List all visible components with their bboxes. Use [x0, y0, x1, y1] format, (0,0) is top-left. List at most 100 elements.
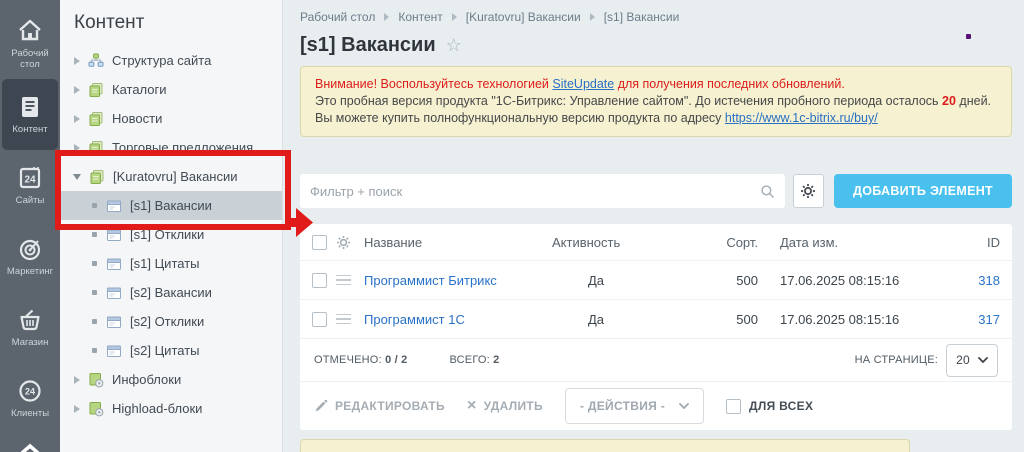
row-active-cell: Да: [552, 312, 692, 327]
document-icon: [17, 94, 43, 120]
tree-item-catalogs[interactable]: Каталоги: [60, 75, 282, 104]
total-label: ВСЕГО:: [449, 354, 489, 366]
row-menu-icon[interactable]: [336, 275, 351, 286]
tree-item-s2-responses[interactable]: [s2] Отклики: [60, 307, 282, 336]
per-page-select[interactable]: 20: [946, 344, 998, 377]
search-icon[interactable]: [760, 184, 775, 199]
nav-label: Рабочий стол: [11, 48, 48, 70]
checked-value: 0 / 2: [385, 354, 407, 366]
delete-button[interactable]: × УДАЛИТЬ: [467, 399, 543, 413]
green-stack-icon: [88, 140, 104, 156]
nav-desktop[interactable]: Рабочий стол: [2, 8, 58, 79]
tree-item-news[interactable]: Новости: [60, 104, 282, 133]
row-id-cell: 317: [932, 312, 1000, 327]
siteupdate-link[interactable]: SiteUpdate: [552, 77, 614, 91]
tree-item-s1-quotes[interactable]: [s1] Цитаты: [60, 249, 282, 278]
breadcrumb-separator-icon: [384, 13, 389, 21]
element-id-link[interactable]: 317: [978, 312, 1000, 327]
tree-item-label: Каталоги: [112, 82, 167, 97]
bullet-icon: [92, 290, 97, 295]
total-counter: ВСЕГО: 2: [449, 354, 499, 366]
tree-item-kuratovru-vacancies[interactable]: [Kuratovru] Вакансии: [60, 162, 282, 191]
expand-arrow-icon[interactable]: [74, 115, 80, 123]
tree-item-s2-quotes[interactable]: [s2] Цитаты: [60, 336, 282, 365]
tree-item-label: [s1] Цитаты: [130, 256, 200, 271]
element-id-link[interactable]: 318: [978, 273, 1000, 288]
collapse-arrow-icon[interactable]: [73, 174, 81, 180]
tree-item-label: [s1] Отклики: [130, 227, 204, 242]
element-link[interactable]: Программист 1С: [364, 312, 465, 327]
row-checkbox[interactable]: [312, 273, 327, 288]
tree-item-offers[interactable]: Торговые предложения: [60, 133, 282, 162]
nav-label: Контент: [12, 124, 47, 135]
expand-arrow-icon[interactable]: [74, 57, 80, 65]
filter-search-input[interactable]: [310, 184, 760, 199]
row-name-cell: Программист 1С: [364, 312, 552, 327]
row-menu-icon[interactable]: [336, 314, 351, 325]
tree-item-label: [s2] Отклики: [130, 314, 204, 329]
row-sort-cell: 500: [692, 273, 762, 288]
column-header-modified[interactable]: Дата изм.: [762, 235, 932, 250]
tree-item-site-structure[interactable]: Структура сайта: [60, 46, 282, 75]
tree-item-s1-responses[interactable]: [s1] Отклики: [60, 220, 282, 249]
nav-shop[interactable]: Магазин: [2, 292, 58, 363]
total-value: 2: [493, 354, 499, 366]
column-settings-gear-icon[interactable]: [336, 235, 351, 250]
nav-clients[interactable]: Клиенты: [2, 363, 58, 434]
site-structure-icon: [88, 53, 104, 69]
home-icon: [17, 18, 43, 44]
select-all-checkbox[interactable]: [312, 235, 327, 250]
notice-body-line: Это пробная версия продукта "1С-Битрикс:…: [315, 93, 997, 127]
column-header-name[interactable]: Название: [364, 235, 552, 250]
expand-arrow-icon[interactable]: [74, 405, 80, 413]
for-all-option[interactable]: ДЛЯ ВСЕХ: [726, 399, 813, 414]
column-header-id[interactable]: ID: [932, 235, 1000, 250]
add-element-button[interactable]: ДОБАВИТЬ ЭЛЕМЕНТ: [834, 174, 1012, 208]
gear-page-icon: [88, 372, 104, 388]
bullet-icon: [92, 319, 97, 324]
row-checkbox[interactable]: [312, 312, 327, 327]
grid-settings-button[interactable]: [793, 174, 824, 208]
for-all-checkbox[interactable]: [726, 399, 741, 414]
breadcrumb: Рабочий стол Контент [Kuratovru] Ваканси…: [300, 8, 1012, 24]
nav-content[interactable]: Контент: [2, 79, 58, 150]
per-page-value: 20: [956, 353, 970, 367]
favorite-star-icon[interactable]: ☆: [446, 35, 462, 56]
element-link[interactable]: Программист Битрикс: [364, 273, 497, 288]
edit-label: РЕДАКТИРОВАТЬ: [335, 399, 445, 413]
breadcrumb-link[interactable]: Рабочий стол: [300, 10, 375, 24]
breadcrumb-link[interactable]: [s1] Вакансии: [604, 10, 680, 24]
tree-item-s1-vacancies[interactable]: [s1] Вакансии: [60, 191, 282, 220]
purple-dot: [966, 34, 971, 39]
window-icon: [106, 314, 122, 330]
bullet-icon: [92, 261, 97, 266]
actions-dropdown[interactable]: - ДЕЙСТВИЯ -: [565, 388, 704, 424]
edit-button[interactable]: РЕДАКТИРОВАТЬ: [314, 399, 445, 413]
tree-item-s2-vacancies[interactable]: [s2] Вакансии: [60, 278, 282, 307]
rail-collapse-button[interactable]: [0, 443, 60, 452]
delete-label: УДАЛИТЬ: [484, 399, 543, 413]
expand-arrow-icon[interactable]: [74, 86, 80, 94]
breadcrumb-link[interactable]: Контент: [398, 10, 442, 24]
nav-label: Клиенты: [11, 408, 49, 419]
tree-item-infoblocks[interactable]: Инфоблоки: [60, 365, 282, 394]
content-tree-sidebar: Контент Структура сайта Каталоги Новости…: [60, 0, 283, 452]
row-sort-cell: 500: [692, 312, 762, 327]
expand-arrow-icon[interactable]: [74, 144, 80, 152]
column-header-active[interactable]: Активность: [552, 235, 692, 250]
tree-item-label: [Kuratovru] Вакансии: [113, 169, 238, 184]
tree-item-highload-blocks[interactable]: Highload-блоки: [60, 394, 282, 423]
green-stack-icon: [89, 169, 105, 185]
column-header-sort[interactable]: Сорт.: [692, 235, 762, 250]
expand-arrow-icon[interactable]: [74, 376, 80, 384]
table-footer: ОТМЕЧЕНО: 0 / 2 ВСЕГО: 2 НА СТРАНИЦЕ: 20: [300, 338, 1012, 381]
filter-search-box[interactable]: [300, 174, 785, 208]
buy-link[interactable]: https://www.1c-bitrix.ru/buy/: [725, 111, 878, 125]
window-icon: [106, 227, 122, 243]
page-title: [s1] Вакансии: [300, 34, 436, 57]
tree-item-label: [s1] Вакансии: [130, 198, 212, 213]
nav-sites[interactable]: Сайты: [2, 150, 58, 221]
actions-dropdown-label: - ДЕЙСТВИЯ -: [580, 399, 665, 413]
nav-marketing[interactable]: Маркетинг: [2, 221, 58, 292]
breadcrumb-link[interactable]: [Kuratovru] Вакансии: [466, 10, 581, 24]
